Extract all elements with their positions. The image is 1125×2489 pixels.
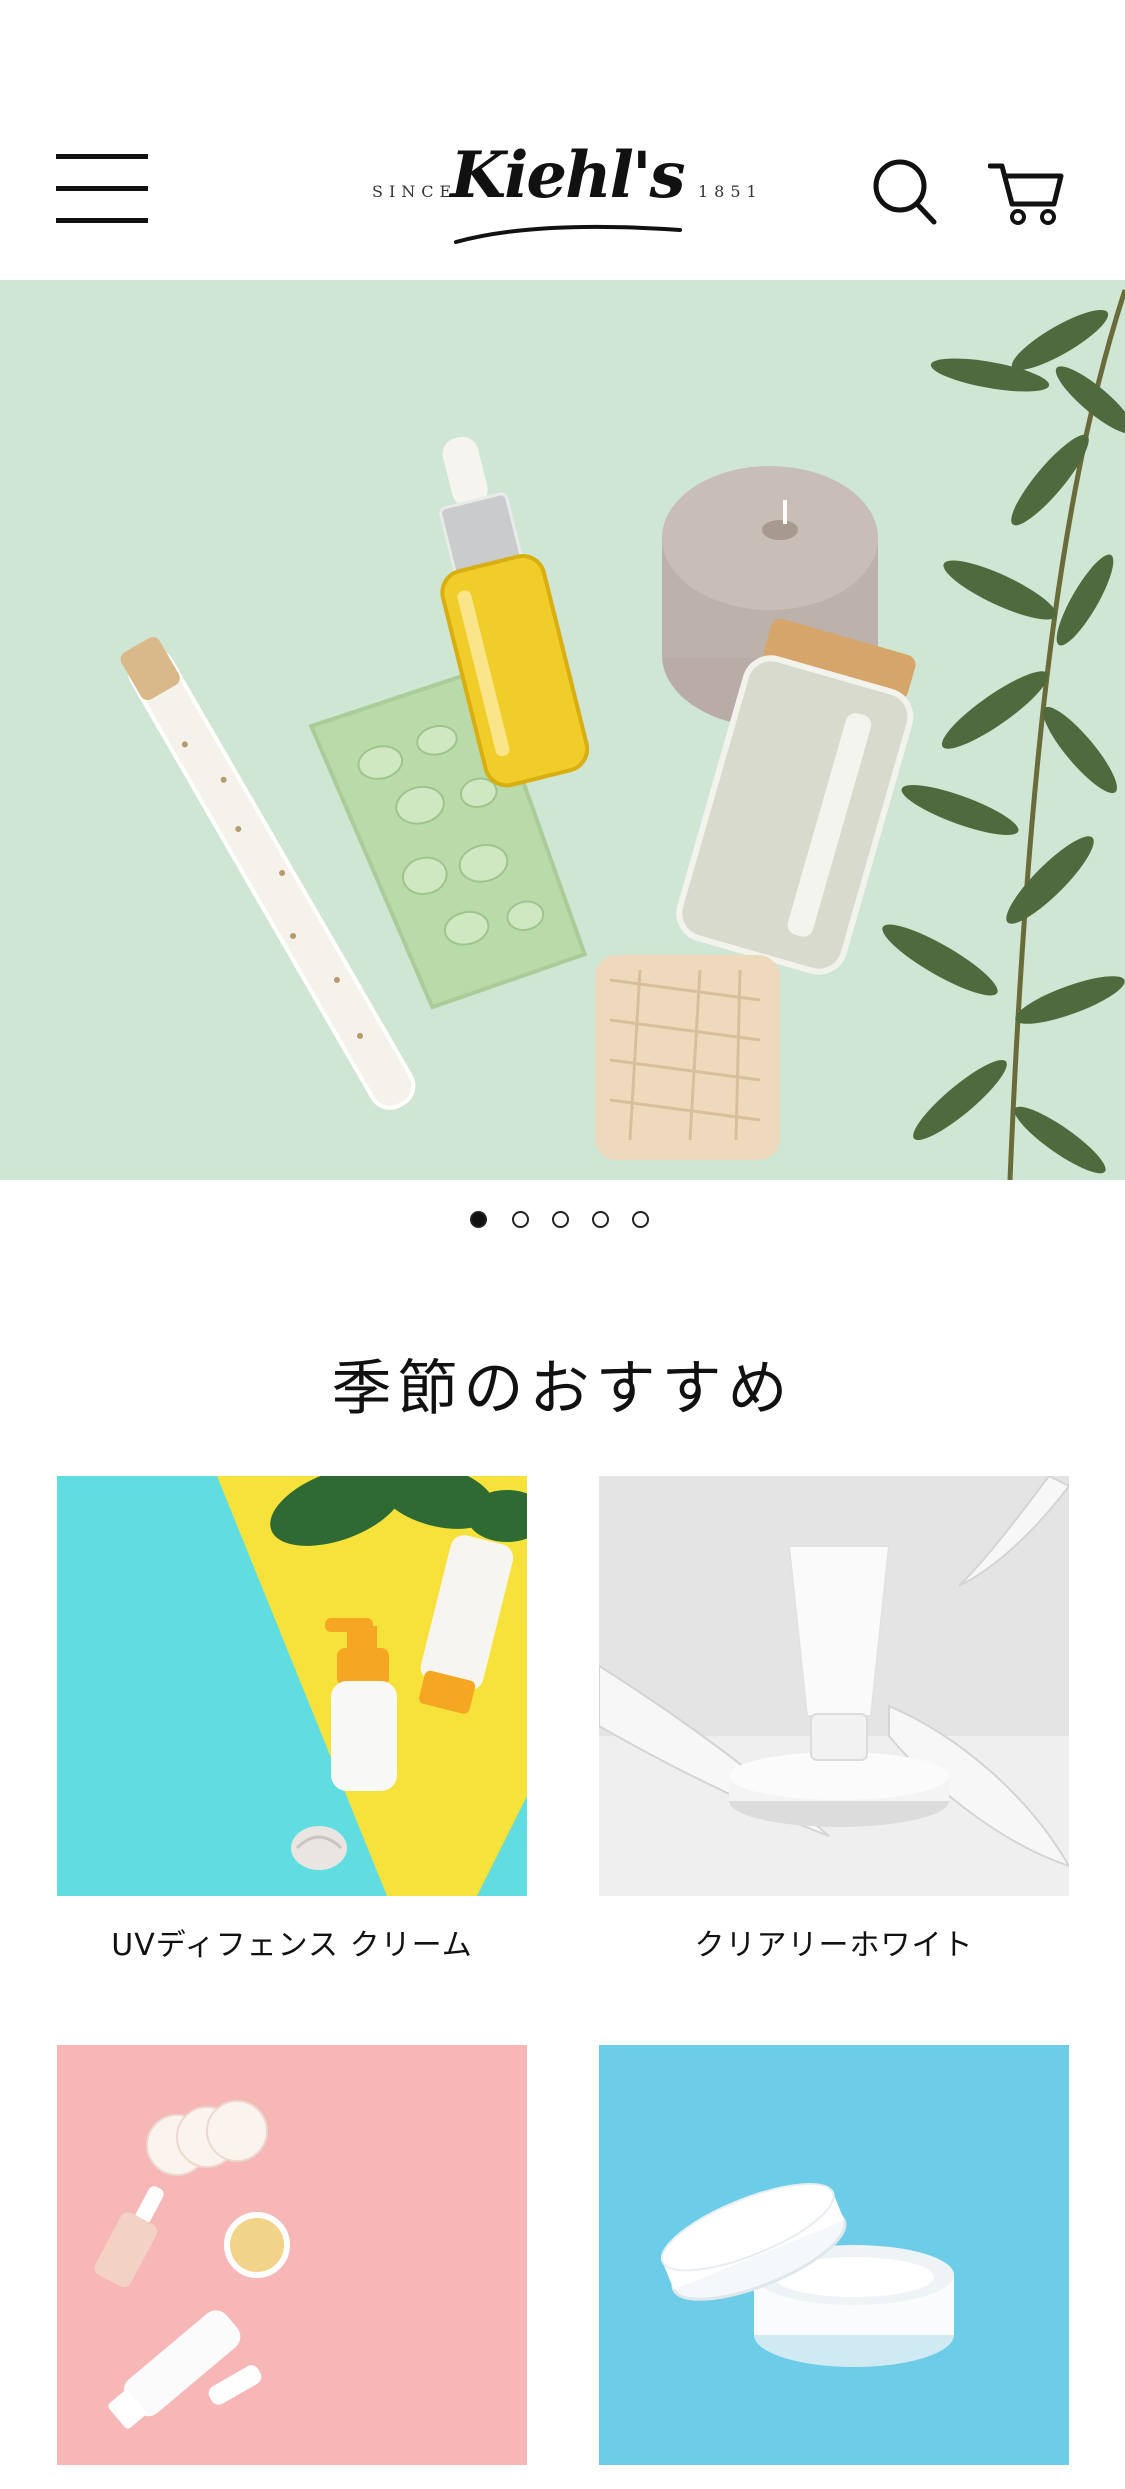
hamburger-menu-icon[interactable] <box>56 150 148 230</box>
product-image <box>599 2045 1069 2465</box>
carousel-dot-1[interactable] <box>470 1211 487 1228</box>
logo-wordmark: Kiehl's <box>450 138 685 213</box>
product-card-4[interactable] <box>599 2045 1069 2489</box>
carousel-dot-5[interactable] <box>632 1211 649 1228</box>
product-name: クリアリーホワイト <box>694 1928 974 1963</box>
search-icon[interactable] <box>872 158 938 226</box>
product-image <box>57 2045 527 2465</box>
logo-swash <box>454 224 682 244</box>
carousel-pagination <box>470 1209 670 1233</box>
section-title: 季節のおすすめ <box>331 1354 794 1424</box>
product-card-uv-defense[interactable]: UVディフェンス クリーム <box>57 1476 527 1964</box>
product-image <box>599 1476 1069 1896</box>
menu-bar <box>56 218 148 223</box>
hero-image <box>0 280 1125 1180</box>
jar-illustration <box>224 2212 290 2278</box>
shell-illustration <box>291 1826 347 1870</box>
product-image <box>57 1476 527 1896</box>
brand-logo[interactable]: SINCE Kiehl's 1851 <box>370 138 763 250</box>
menu-bar <box>56 154 148 159</box>
loofah-illustration <box>595 955 780 1160</box>
hero-carousel[interactable] <box>0 280 1125 1180</box>
product-card-clearly-white[interactable]: クリアリーホワイト <box>599 1476 1069 1964</box>
carousel-dot-3[interactable] <box>552 1211 569 1228</box>
logo-year-text: 1851 <box>698 182 763 201</box>
cart-icon[interactable] <box>987 160 1064 226</box>
product-card-3[interactable] <box>57 2045 527 2489</box>
carousel-dot-4[interactable] <box>592 1211 609 1228</box>
carousel-dot-2[interactable] <box>512 1211 529 1228</box>
app-header: SINCE Kiehl's 1851 <box>0 0 1125 280</box>
product-name: UVディフェンス クリーム <box>111 1928 473 1963</box>
menu-bar <box>56 186 148 191</box>
